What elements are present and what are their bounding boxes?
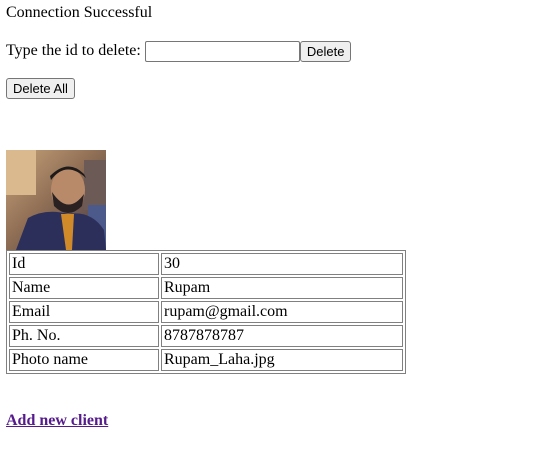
field-value: Rupam_Laha.jpg [161,349,403,371]
table-row: Photo name Rupam_Laha.jpg [9,349,403,371]
field-value: rupam@gmail.com [161,301,403,323]
table-row: Id 30 [9,253,403,275]
delete-id-label: Type the id to delete: [6,42,141,59]
delete-form: Type the id to delete: Delete [6,40,352,62]
connection-status: Connection Successful [6,4,153,21]
table-row: Ph. No. 8787878787 [9,325,403,347]
field-label: Id [9,253,159,275]
field-value: 8787878787 [161,325,403,347]
field-value: Rupam [161,277,403,299]
table-row: Email rupam@gmail.com [9,301,403,323]
field-label: Name [9,277,159,299]
delete-all-button[interactable]: Delete All [6,78,75,99]
client-details-table: Id 30 Name Rupam Email rupam@gmail.com Ph. No.… [6,250,406,374]
add-new-client-link[interactable]: Add new client [6,412,108,430]
field-label: Ph. No. [9,325,159,347]
delete-id-input[interactable] [144,40,300,62]
field-label: Email [9,301,159,323]
delete-button[interactable]: Delete [299,40,352,62]
field-label: Photo name [9,349,159,371]
field-value: 30 [161,253,403,275]
table-row: Name Rupam [9,277,403,299]
client-photo [6,150,106,250]
